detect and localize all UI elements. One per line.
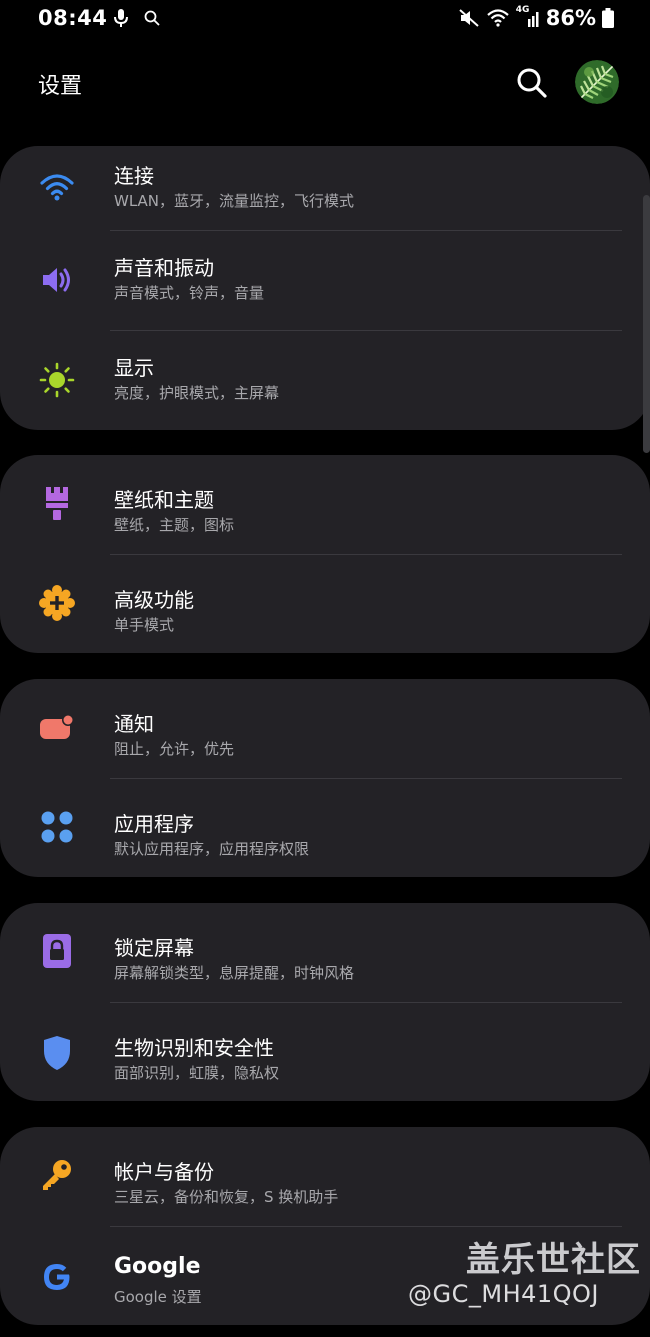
settings-item-subtitle: 屏幕解锁类型，息屏提醒，时钟风格 xyxy=(114,964,355,982)
search-icon xyxy=(517,68,547,98)
settings-item-title: 连接 xyxy=(114,164,154,188)
settings-item-title: 壁纸和主题 xyxy=(114,488,214,512)
divider xyxy=(110,778,622,779)
settings-item-subtitle: 面部识别，虹膜，隐私权 xyxy=(114,1064,280,1082)
volume-icon xyxy=(38,261,76,299)
notification-icon xyxy=(38,708,76,746)
divider xyxy=(110,1226,622,1227)
settings-item-display[interactable]: 显示 亮度，护眼模式，主屏幕 xyxy=(0,330,650,430)
battery-percentage: 86% xyxy=(545,6,596,30)
status-right: 4G 86% xyxy=(458,5,614,30)
settings-item-accounts-backup[interactable]: 帐户与备份 三星云，备份和恢复，S 换机助手 xyxy=(0,1134,650,1234)
mute-icon xyxy=(459,9,479,27)
lock-icon xyxy=(38,932,76,970)
avatar[interactable] xyxy=(575,60,619,104)
status-bar: 08:44 4G 86% xyxy=(0,0,650,40)
divider xyxy=(110,1002,622,1003)
settings-item-subtitle: WLAN，蓝牙，流量监控，飞行模式 xyxy=(114,192,355,210)
settings-item-connections[interactable]: 连接 WLAN，蓝牙，流量监控，飞行模式 xyxy=(0,138,650,238)
settings-item-subtitle: Google 设置 xyxy=(114,1288,202,1306)
fern-leaf-icon xyxy=(575,60,619,104)
settings-item-title: 声音和振动 xyxy=(114,256,214,280)
settings-item-subtitle: 亮度，护眼模式，主屏幕 xyxy=(114,384,280,402)
settings-item-applications[interactable]: 应用程序 默认应用程序，应用程序权限 xyxy=(0,786,650,886)
settings-item-biometrics-security[interactable]: 生物识别和安全性 面部识别，虹膜，隐私权 xyxy=(0,1010,650,1110)
settings-item-subtitle: 声音模式，铃声，音量 xyxy=(114,284,265,302)
status-left-icons xyxy=(112,8,160,28)
settings-item-subtitle: 单手模式 xyxy=(114,616,175,634)
settings-item-subtitle: 三星云，备份和恢复，S 换机助手 xyxy=(114,1188,339,1206)
apps-icon xyxy=(38,808,76,846)
settings-item-wallpaper-themes[interactable]: 壁纸和主题 壁纸，主题，图标 xyxy=(0,462,650,562)
microphone-icon xyxy=(114,9,128,27)
settings-item-title: 通知 xyxy=(114,712,154,736)
page-title: 设置 xyxy=(38,74,83,99)
settings-item-sound-vibration[interactable]: 声音和振动 声音模式，铃声，音量 xyxy=(0,230,650,330)
settings-item-subtitle: 阻止，允许，优先 xyxy=(114,740,235,758)
settings-item-advanced-features[interactable]: 高级功能 单手模式 xyxy=(0,562,650,662)
settings-item-subtitle: 默认应用程序，应用程序权限 xyxy=(114,840,310,858)
settings-group-notifications-apps: 通知 阻止，允许，优先 应用程序 默认应用程序，应用程序权限 xyxy=(0,679,650,877)
gear-plus-icon xyxy=(38,584,76,622)
google-icon xyxy=(38,1258,76,1296)
settings-item-title: 应用程序 xyxy=(114,812,194,836)
settings-group-security: 锁定屏幕 屏幕解锁类型，息屏提醒，时钟风格 生物识别和安全性 面部识别，虹膜，隐… xyxy=(0,903,650,1101)
watermark-handle: @GC_MH41QOJ xyxy=(408,1280,600,1308)
page-header: 设置 xyxy=(0,52,650,116)
settings-group-personalization: 壁纸和主题 壁纸，主题，图标 高级功能 单手模式 xyxy=(0,455,650,653)
search-button[interactable] xyxy=(515,66,549,100)
scrollbar-handle[interactable] xyxy=(643,195,650,453)
signal-icon: 4G xyxy=(516,5,540,29)
settings-item-title: 生物识别和安全性 xyxy=(114,1036,274,1060)
settings-item-title: Google xyxy=(114,1254,201,1279)
watermark-title: 盖乐世社区 xyxy=(466,1240,641,1280)
settings-item-title: 锁定屏幕 xyxy=(114,936,194,960)
search-small-icon xyxy=(144,10,160,26)
status-time: 08:44 xyxy=(38,6,108,30)
divider xyxy=(110,554,622,555)
settings-item-title: 帐户与备份 xyxy=(114,1160,214,1184)
settings-item-title: 高级功能 xyxy=(114,588,194,612)
battery-icon xyxy=(602,8,614,28)
settings-item-title: 显示 xyxy=(114,356,154,380)
paintbrush-icon xyxy=(38,484,76,522)
wifi-icon xyxy=(38,169,76,207)
settings-item-lock-screen[interactable]: 锁定屏幕 屏幕解锁类型，息屏提醒，时钟风格 xyxy=(0,910,650,1010)
shield-icon xyxy=(38,1034,76,1072)
settings-item-notifications[interactable]: 通知 阻止，允许，优先 xyxy=(0,686,650,786)
key-icon xyxy=(38,1156,76,1194)
settings-group-connectivity: 连接 WLAN，蓝牙，流量监控，飞行模式 声音和振动 声音模式，铃声，音量 显示… xyxy=(0,146,650,430)
settings-item-subtitle: 壁纸，主题，图标 xyxy=(114,516,235,534)
brightness-icon xyxy=(38,361,76,399)
wifi-status-icon xyxy=(486,9,509,27)
